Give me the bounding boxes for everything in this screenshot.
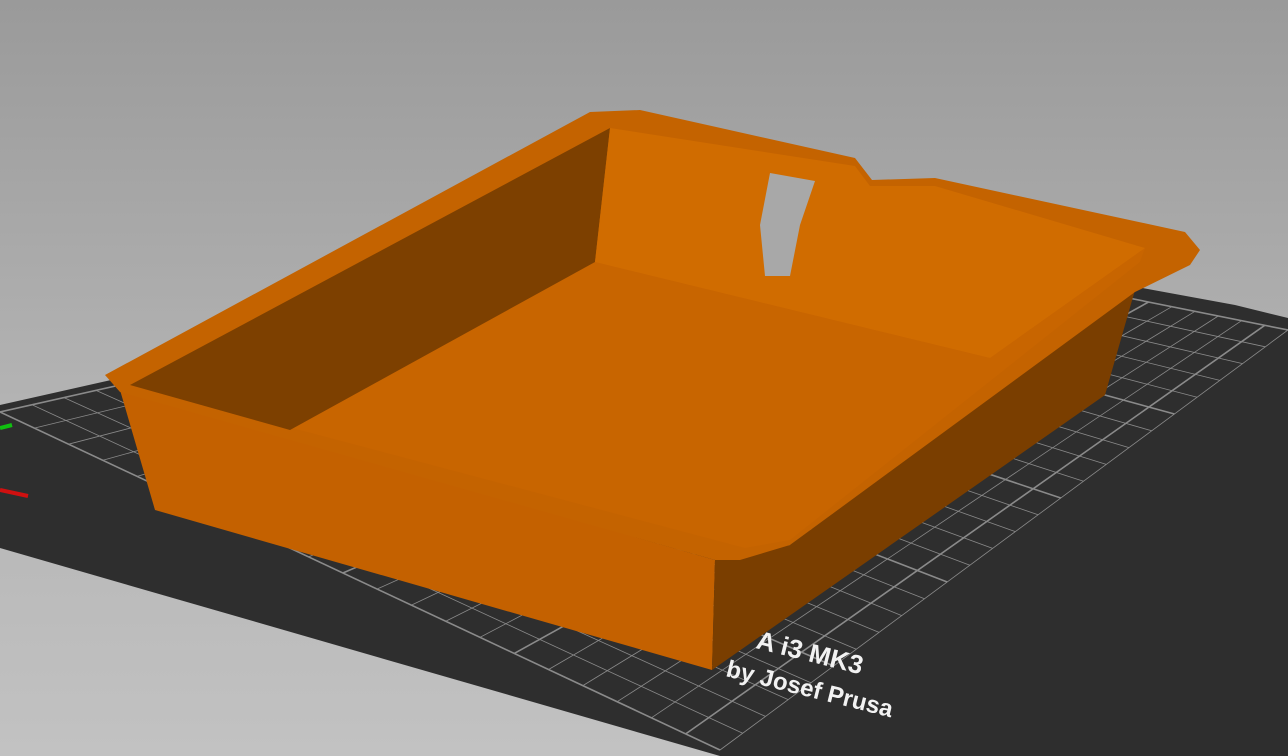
scene: A i3 MK3 by Josef Prusa (0, 110, 1288, 756)
3d-viewport[interactable]: A i3 MK3 by Josef Prusa (0, 0, 1288, 756)
